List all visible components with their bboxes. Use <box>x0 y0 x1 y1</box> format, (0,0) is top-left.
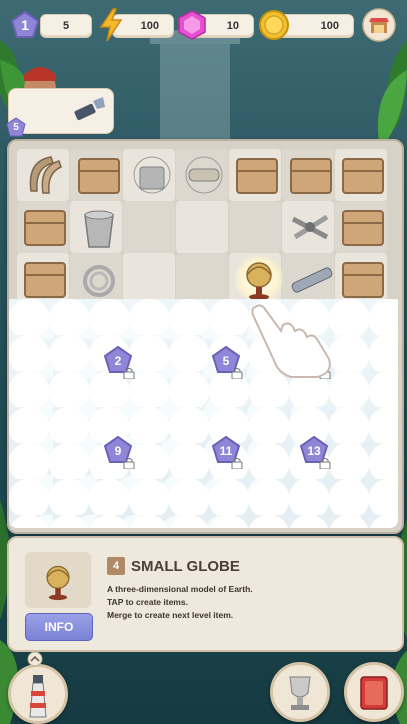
gem-icon <box>178 10 206 40</box>
locked-cell[interactable]: 2 <box>103 345 137 381</box>
item-preview-frame <box>25 552 91 608</box>
item-description: A three-dimensional model of Earth. TAP … <box>107 583 253 622</box>
locked-cell-level: 5 <box>222 354 230 368</box>
locked-cell[interactable]: 13 <box>299 435 333 471</box>
padlock-icon <box>231 458 243 469</box>
book-icon <box>360 676 388 710</box>
crate-item[interactable] <box>339 203 387 251</box>
book-button[interactable] <box>344 662 404 722</box>
lighthouse-silhouette <box>150 30 240 140</box>
locked-cell[interactable]: 5 <box>211 345 245 381</box>
board-cell[interactable] <box>123 253 175 305</box>
small-globe-item[interactable] <box>237 255 281 303</box>
shop-icon[interactable] <box>362 8 396 42</box>
board-cell[interactable] <box>176 201 228 253</box>
spyglass-item[interactable] <box>287 255 337 303</box>
board-cell[interactable] <box>176 253 228 305</box>
description-line: Merge to create next level item. <box>107 610 234 620</box>
flashlight-icon <box>74 97 105 121</box>
crate-item[interactable] <box>233 151 281 199</box>
stars-counter: 5 <box>40 14 92 38</box>
board-cell[interactable] <box>123 201 175 253</box>
character-level: 5 <box>13 122 19 133</box>
locked-cell-level: 9 <box>114 444 122 458</box>
locked-cell-level: 11 <box>219 444 233 458</box>
horseshoe-item[interactable] <box>21 151 69 199</box>
locked-cell-level: 13 <box>307 444 321 458</box>
board-cell[interactable] <box>229 201 281 253</box>
padlock-icon <box>231 368 243 379</box>
crate-item[interactable] <box>339 151 387 199</box>
lighthouse-button[interactable] <box>8 664 68 724</box>
cobweb-bucket-item[interactable] <box>127 151 177 199</box>
description-line: A three-dimensional model of Earth. <box>107 584 253 594</box>
padlock-icon <box>123 368 135 379</box>
coin-icon <box>259 10 289 40</box>
locked-cell-level: 2 <box>114 354 122 368</box>
item-title: SMALL GLOBE <box>131 558 240 575</box>
padlock-icon <box>319 458 331 469</box>
character-level-badge: 5 <box>6 117 26 137</box>
tutorial-hand-pointer <box>251 304 331 378</box>
pipes-item[interactable] <box>285 203 335 251</box>
fog-locked-area <box>9 299 398 528</box>
cobweb-scroll-item[interactable] <box>179 151 229 199</box>
item-level-badge: 4 <box>107 557 125 575</box>
crate-item[interactable] <box>75 151 123 199</box>
merge-board[interactable]: 2 5 7 9 11 13 <box>7 139 404 534</box>
trophy-button[interactable] <box>270 662 330 722</box>
level-value: 1 <box>21 17 29 33</box>
padlock-icon <box>123 458 135 469</box>
small-globe-icon <box>46 565 70 601</box>
info-button[interactable]: INFO <box>25 613 93 641</box>
locked-cell[interactable]: 11 <box>211 435 245 471</box>
lighthouse-icon <box>29 675 47 718</box>
top-bar: 1 5 100 10 100 <box>0 8 407 44</box>
crate-item[interactable] <box>339 255 387 303</box>
trophy-icon <box>289 676 311 710</box>
item-info-panel: INFO 4 SMALL GLOBE A three-dimensional m… <box>7 536 404 652</box>
lightning-icon <box>99 8 123 42</box>
crate-item[interactable] <box>21 203 69 251</box>
stars-value: 5 <box>63 20 70 32</box>
bucket-item[interactable] <box>75 203 123 251</box>
crate-item[interactable] <box>287 151 335 199</box>
locked-cell[interactable]: 9 <box>103 435 137 471</box>
rope-coil-item[interactable] <box>75 255 123 303</box>
description-line: TAP to create items. <box>107 597 188 607</box>
chevron-up-icon[interactable] <box>27 651 43 667</box>
crate-item[interactable] <box>21 255 69 303</box>
